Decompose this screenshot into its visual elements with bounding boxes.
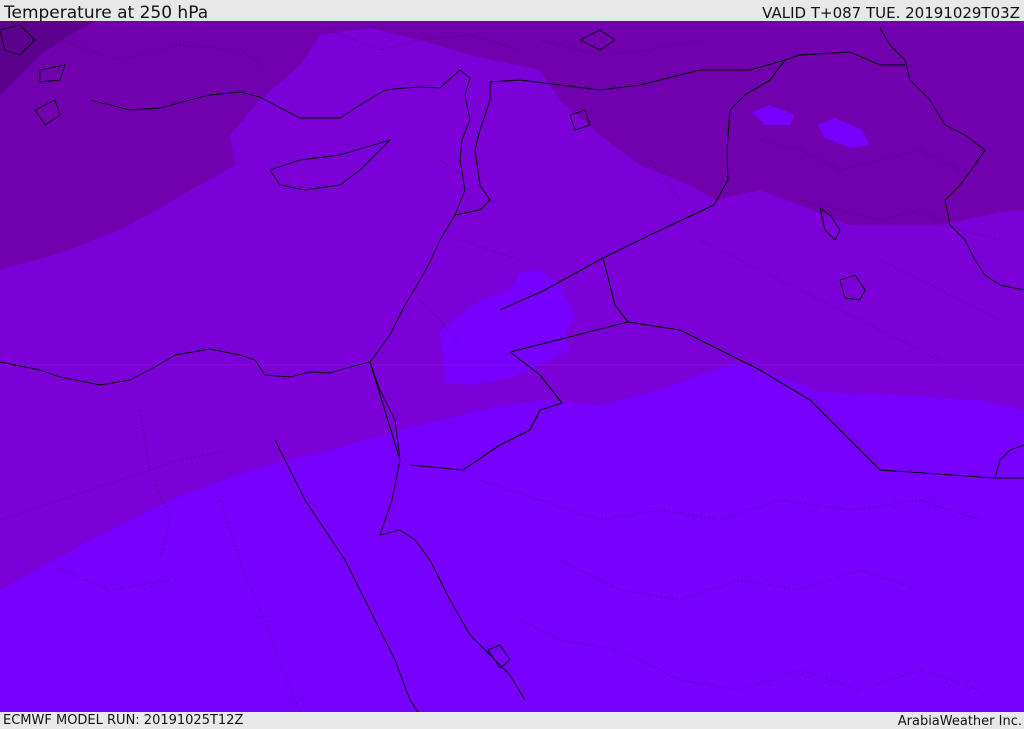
temperature-map — [0, 21, 1024, 712]
map-canvas — [0, 21, 1024, 712]
model-run-label: ECMWF MODEL RUN: 20191025T12Z — [3, 713, 244, 728]
map-title: Temperature at 250 hPa — [4, 3, 209, 23]
credit-label: ArabiaWeather Inc. — [897, 714, 1022, 729]
valid-time: VALID T+087 TUE. 20191029T03Z — [762, 4, 1020, 22]
header-bar: Temperature at 250 hPa VALID T+087 TUE. … — [0, 0, 1024, 23]
footer-bar: ECMWF MODEL RUN: 20191025T12Z ArabiaWeat… — [0, 712, 1024, 729]
